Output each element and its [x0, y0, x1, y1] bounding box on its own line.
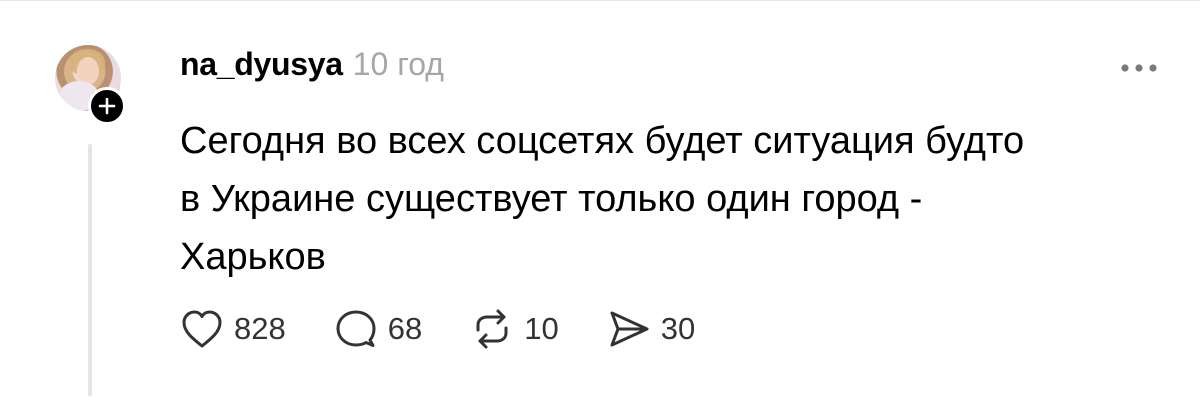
like-count: 828 — [234, 311, 286, 346]
username[interactable]: na_dyusya — [180, 46, 343, 83]
more-horizontal-icon — [1121, 64, 1157, 72]
thread-line — [88, 144, 92, 396]
reply-button[interactable]: 68 — [334, 308, 422, 350]
share-button[interactable]: 30 — [607, 308, 695, 350]
share-count: 30 — [660, 311, 696, 346]
plus-icon — [98, 97, 116, 115]
send-icon — [610, 311, 649, 347]
post-header: na_dyusya 10 год — [180, 46, 444, 88]
post-text: Сегодня во всех соцсетях будет ситуация … — [180, 120, 1025, 278]
comment-icon — [336, 310, 376, 347]
repost-icon — [476, 309, 508, 349]
more-options-button[interactable] — [1115, 58, 1163, 78]
reply-count: 68 — [387, 311, 423, 346]
repost-button[interactable]: 10 — [470, 308, 559, 350]
action-bar: 828 68 10 30 — [180, 306, 743, 352]
thread-post: na_dyusya 10 год Сегодня во всех соцсетя… — [0, 0, 1200, 409]
timestamp: 10 год — [352, 46, 444, 82]
like-button[interactable]: 828 — [180, 308, 286, 350]
repost-count: 10 — [524, 311, 559, 346]
follow-button[interactable] — [88, 87, 126, 125]
heart-icon — [182, 310, 222, 348]
